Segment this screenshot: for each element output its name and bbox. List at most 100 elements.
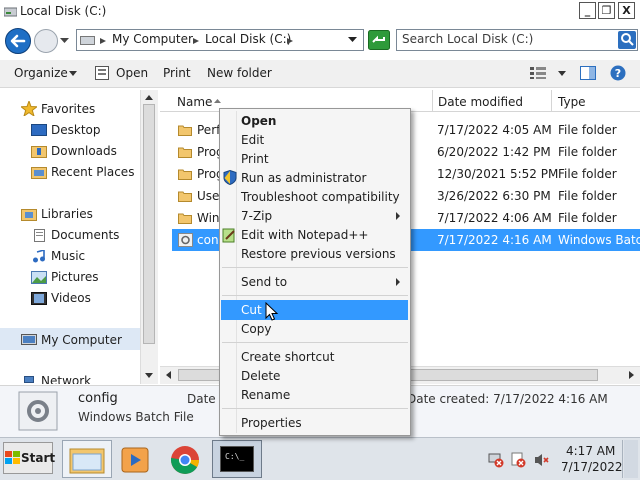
column-divider[interactable] (551, 90, 552, 112)
sidebar-item-pictures[interactable]: Pictures (51, 270, 99, 284)
column-header-date[interactable]: Date modified (438, 95, 523, 109)
file-name: Use (197, 189, 220, 203)
breadcrumb-local-disk[interactable]: Local Disk (C:) (205, 32, 291, 46)
window-title: Local Disk (C:) (20, 4, 107, 18)
column-header-type[interactable]: Type (558, 95, 586, 109)
menu-item-delete[interactable]: Delete (241, 369, 280, 383)
refresh-icon[interactable] (368, 30, 390, 50)
menu-item-cut[interactable]: Cut (241, 303, 262, 317)
file-type: File folder (558, 145, 617, 159)
open-button[interactable]: Open (116, 66, 148, 80)
menu-separator (222, 408, 408, 409)
chevron-down-icon (69, 71, 77, 76)
menu-item-create-shortcut[interactable]: Create shortcut (241, 350, 334, 364)
menu-item-properties[interactable]: Properties (241, 416, 302, 430)
menu-item-run-as-administrator[interactable]: Run as administrator (241, 171, 366, 185)
scroll-up-arrow-icon[interactable] (145, 95, 153, 100)
network-error-tray-icon[interactable] (488, 452, 504, 468)
chevron-down-icon[interactable] (558, 71, 566, 76)
menu-item-rename[interactable]: Rename (241, 388, 290, 402)
close-button[interactable]: X (618, 2, 635, 19)
sidebar-item-network[interactable]: Network (41, 374, 91, 384)
file-name: Perf (197, 123, 221, 137)
file-date: 7/17/2022 4:06 AM (437, 211, 552, 225)
batch-file-icon (178, 233, 193, 247)
breadcrumb-my-computer[interactable]: My Computer (112, 32, 193, 46)
folder-icon (178, 169, 192, 180)
start-label: Start (21, 451, 56, 465)
mouse-cursor-icon (265, 302, 279, 321)
recent-pages-chevron-icon[interactable] (60, 38, 69, 44)
open-icon (95, 66, 109, 80)
scroll-down-arrow-icon[interactable] (145, 373, 153, 378)
sidebar-item-desktop[interactable]: Desktop (51, 123, 101, 137)
search-icon[interactable] (618, 31, 636, 49)
menu-item-7zip[interactable]: 7-Zip (241, 209, 272, 223)
details-date-created: Date created: 7/17/2022 4:16 AM (407, 392, 608, 406)
scroll-right-arrow-icon[interactable] (629, 371, 634, 379)
taskbar-cmd[interactable]: C:\_ (212, 440, 262, 478)
clock-date[interactable]: 7/17/2022 (561, 460, 623, 474)
breadcrumb-arrow-icon[interactable] (193, 38, 199, 44)
scroll-left-arrow-icon[interactable] (166, 371, 171, 379)
file-type: File folder (558, 123, 617, 137)
help-icon[interactable]: ? (610, 65, 626, 81)
security-alert-tray-icon[interactable] (510, 452, 526, 468)
cmd-prompt-text: C:\_ (225, 452, 244, 461)
menu-item-copy[interactable]: Copy (241, 322, 271, 336)
my-computer-icon (21, 334, 37, 345)
sidebar-item-recent-places[interactable]: Recent Places (51, 165, 134, 179)
address-dropdown-icon[interactable] (348, 37, 357, 43)
submenu-arrow-icon (396, 212, 400, 220)
menu-item-print[interactable]: Print (241, 152, 269, 166)
sidebar-item-favorites[interactable]: Favorites (41, 102, 95, 116)
command-prompt-icon: C:\_ (220, 446, 254, 472)
menu-item-restore-previous-versions[interactable]: Restore previous versions (241, 247, 396, 261)
sidebar-item-documents[interactable]: Documents (51, 228, 119, 242)
taskbar-chrome[interactable] (162, 440, 212, 478)
details-file-type: Windows Batch File (78, 410, 194, 424)
menu-item-troubleshoot-compatibility[interactable]: Troubleshoot compatibility (241, 190, 400, 204)
preview-pane-icon[interactable] (580, 66, 596, 80)
view-options-icon[interactable] (530, 67, 546, 79)
menu-item-send-to[interactable]: Send to (241, 275, 287, 289)
submenu-arrow-icon (396, 278, 400, 286)
sidebar-scroll-thumb[interactable] (143, 104, 155, 344)
column-header-name[interactable]: Name (177, 95, 212, 109)
new-folder-button[interactable]: New folder (207, 66, 272, 80)
chrome-icon (171, 446, 199, 474)
show-desktop-button[interactable] (624, 440, 638, 478)
maximize-button[interactable]: ❐ (598, 2, 615, 19)
sidebar-item-my-computer[interactable]: My Computer (41, 333, 122, 347)
sidebar-item-libraries[interactable]: Libraries (41, 207, 93, 221)
svg-text:?: ? (615, 67, 621, 80)
taskbar-explorer[interactable] (62, 440, 112, 478)
sidebar-item-music[interactable]: Music (51, 249, 85, 263)
documents-icon (34, 229, 45, 242)
menu-item-edit[interactable]: Edit (241, 133, 264, 147)
file-date: 7/17/2022 4:16 AM (437, 233, 552, 247)
folder-icon (178, 191, 192, 202)
forward-arrow-icon[interactable] (33, 28, 59, 54)
menu-item-edit-with-notepad[interactable]: Edit with Notepad++ (241, 228, 368, 242)
music-icon (33, 250, 45, 263)
back-arrow-icon[interactable] (4, 27, 32, 55)
file-date: 7/17/2022 4:05 AM (437, 123, 552, 137)
sidebar-item-videos[interactable]: Videos (51, 291, 91, 305)
breadcrumb-arrow-icon[interactable] (287, 38, 293, 44)
minimize-button[interactable]: _ (579, 2, 596, 19)
print-button[interactable]: Print (163, 66, 191, 80)
column-divider[interactable] (432, 90, 433, 112)
organize-button[interactable]: Organize (14, 66, 68, 80)
file-name: con (197, 233, 219, 247)
menu-item-open[interactable]: Open (241, 114, 276, 128)
videos-icon (31, 292, 47, 305)
speaker-muted-icon[interactable] (534, 452, 550, 468)
star-icon (21, 101, 37, 116)
sidebar-item-downloads[interactable]: Downloads (51, 144, 117, 158)
breadcrumb-arrow-icon[interactable] (100, 38, 106, 44)
explorer-folder-icon (69, 448, 105, 474)
taskbar-media-player[interactable] (112, 440, 162, 478)
sort-ascending-icon (214, 99, 221, 103)
clock-time[interactable]: 4:17 AM (566, 444, 615, 458)
